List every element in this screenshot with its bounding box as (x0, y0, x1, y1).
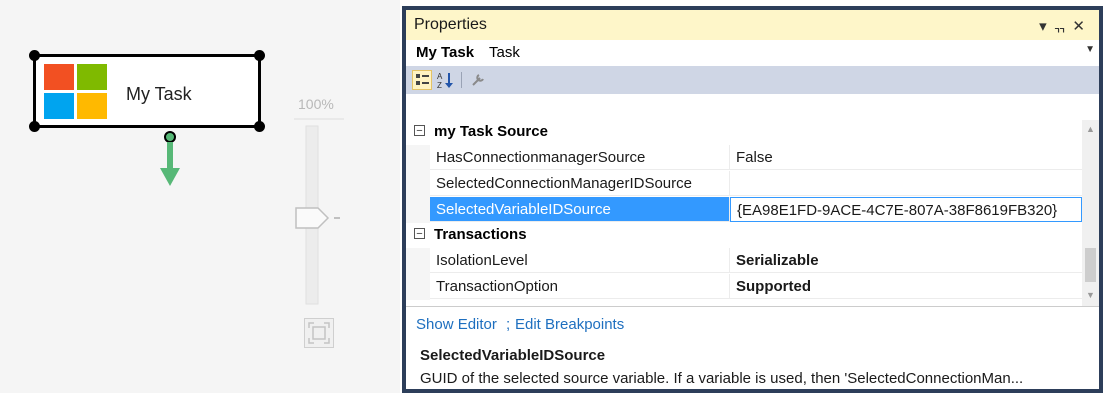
scroll-up-icon[interactable]: ▲ (1086, 124, 1095, 134)
property-name: SelectedVariableIDSource (430, 197, 730, 222)
category-row[interactable]: − Transactions (406, 223, 1082, 248)
property-row[interactable]: HasConnectionmanagerSource False (406, 145, 1082, 171)
designer-canvas[interactable]: My Task 100% (0, 0, 400, 393)
alphabetical-icon[interactable]: A Z (436, 70, 456, 90)
object-name: My Task (416, 44, 475, 61)
show-editor-link[interactable]: Show Editor (416, 316, 497, 333)
pin-icon[interactable]: ᆩ (1053, 18, 1073, 35)
description-title: SelectedVariableIDSource (420, 347, 606, 364)
property-value[interactable]: False (730, 145, 1082, 170)
category-label: Transactions (434, 226, 527, 243)
object-selector[interactable]: My Task Task ▼ (406, 40, 1099, 67)
categorized-icon[interactable] (412, 70, 432, 90)
close-icon[interactable]: ✕ (1072, 18, 1091, 35)
property-name: TransactionOption (430, 274, 730, 299)
command-separator: ; (506, 316, 511, 333)
scroll-down-icon[interactable]: ▼ (1086, 290, 1095, 300)
property-value[interactable]: {EA98E1FD-9ACE-4C7E-807A-38F8619FB320} (730, 197, 1082, 222)
property-value[interactable]: Supported (730, 274, 1082, 299)
collapse-icon[interactable]: − (414, 125, 425, 137)
property-row[interactable]: IsolationLevel Serializable (406, 248, 1082, 274)
zoom-level-label: 100% (298, 96, 334, 112)
svg-text:A: A (437, 72, 443, 81)
property-pages-icon[interactable] (468, 70, 488, 90)
resize-handle-bottom-right[interactable] (254, 121, 265, 132)
property-name: HasConnectionmanagerSource (430, 145, 730, 170)
properties-toolbar: A Z (406, 66, 1099, 94)
property-value[interactable] (730, 171, 1082, 196)
category-label: my Task Source (434, 123, 548, 140)
microsoft-logo-icon (44, 64, 108, 120)
property-row-selected[interactable]: SelectedVariableIDSource {EA98E1FD-9ACE-… (406, 197, 1082, 223)
property-row[interactable]: SelectedConnectionManagerIDSource (406, 171, 1082, 197)
property-value[interactable]: Serializable (730, 248, 1082, 273)
window-title: Properties (414, 16, 487, 33)
property-row[interactable]: TransactionOption Supported (406, 274, 1082, 300)
property-grid-scrollbar[interactable]: ▲ ▼ (1082, 120, 1099, 306)
properties-window: Properties ▾ᆩ✕ My Task Task ▼ A Z − my T… (402, 6, 1103, 393)
edit-breakpoints-link[interactable]: Edit Breakpoints (515, 316, 624, 333)
commands-pane: Show Editor ; Edit Breakpoints (406, 306, 1099, 341)
collapse-icon[interactable]: − (414, 228, 425, 240)
zoom-slider[interactable] (294, 118, 344, 308)
description-text: GUID of the selected source variable. If… (420, 370, 1024, 387)
object-type: Task (489, 44, 520, 61)
resize-handle-top-right[interactable] (254, 50, 265, 61)
task-node[interactable]: My Task (29, 50, 265, 132)
property-name: SelectedConnectionManagerIDSource (430, 171, 730, 196)
arrow-down-icon[interactable] (158, 142, 182, 188)
scroll-thumb[interactable] (1085, 248, 1096, 282)
dropdown-icon[interactable]: ▾ (1039, 18, 1053, 35)
resize-handle-top-left[interactable] (29, 50, 40, 61)
svg-text:Z: Z (437, 81, 442, 90)
zoom-slider-thumb-icon[interactable] (295, 207, 340, 229)
chevron-down-icon[interactable]: ▼ (1085, 44, 1095, 55)
task-name-label: My Task (126, 84, 192, 104)
property-name: IsolationLevel (430, 248, 730, 273)
property-grid: − my Task Source HasConnectionmanagerSou… (406, 120, 1082, 306)
category-row[interactable]: − my Task Source (406, 120, 1082, 145)
properties-title-bar[interactable]: Properties ▾ᆩ✕ (406, 10, 1099, 40)
fit-to-window-icon[interactable] (304, 318, 334, 348)
resize-handle-bottom-left[interactable] (29, 121, 40, 132)
